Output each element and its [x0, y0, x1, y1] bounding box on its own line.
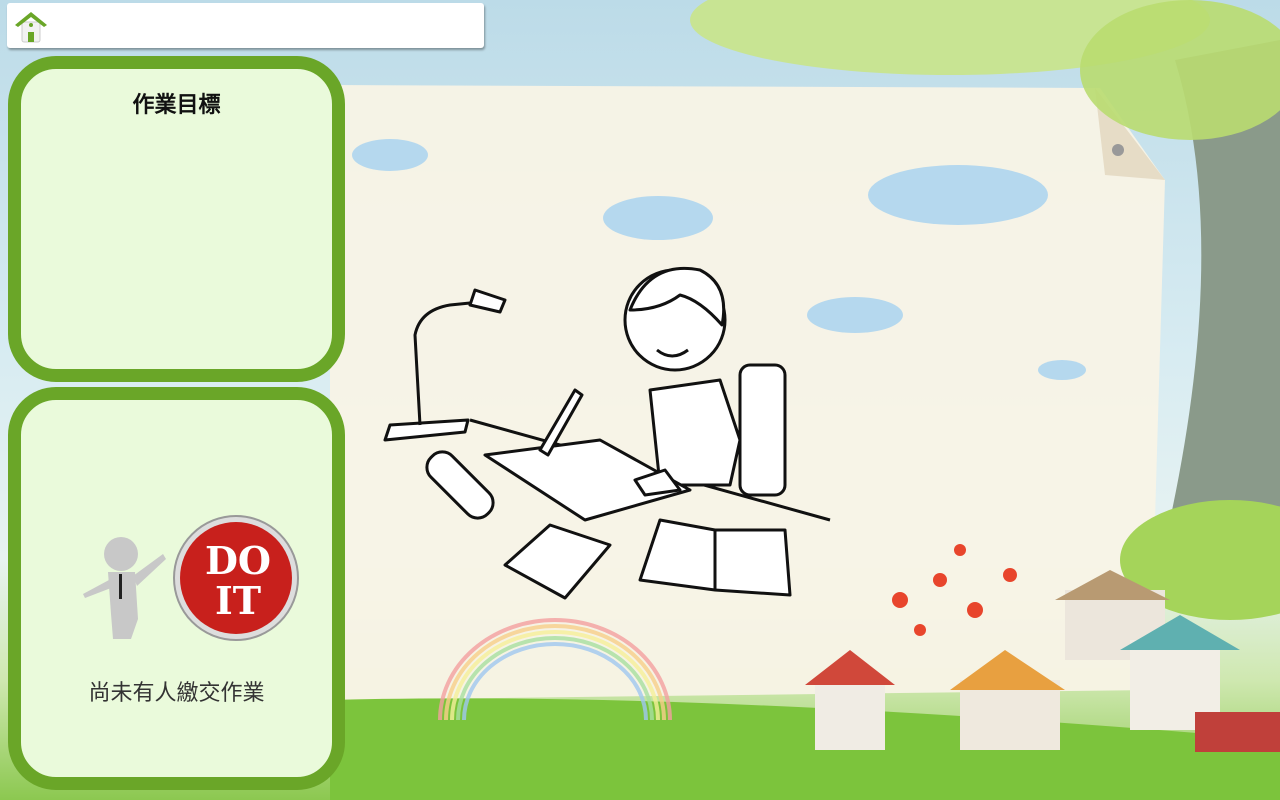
do-it-line2: IT [215, 578, 261, 623]
do-it-button[interactable]: DO IT [73, 514, 305, 644]
submission-panel: DO IT 尚未有人繳交作業 [8, 387, 345, 790]
assignment-goal-panel: 作業目標 [8, 56, 345, 382]
person-figure-icon [83, 537, 166, 639]
top-bar [7, 3, 484, 48]
home-icon[interactable] [13, 8, 49, 44]
assignment-goal-title: 作業目標 [132, 93, 221, 118]
submission-status-text: 尚未有人繳交作業 [88, 681, 265, 706]
do-it-line1: DO [205, 538, 271, 583]
